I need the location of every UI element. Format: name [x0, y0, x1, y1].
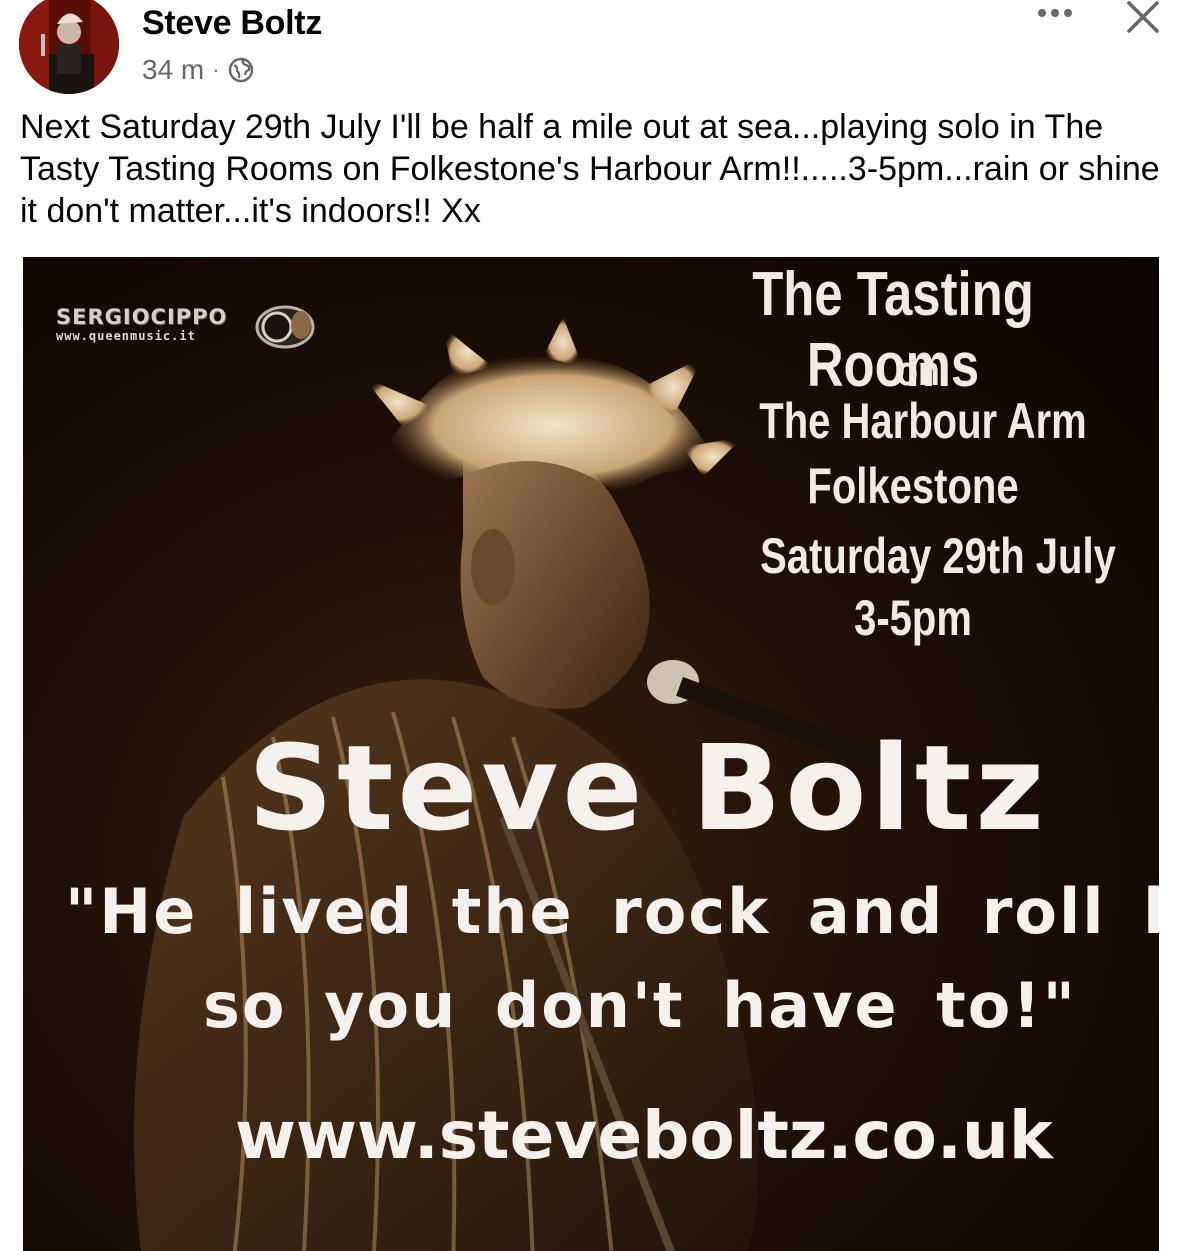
post-timestamp[interactable]: 34 m: [142, 54, 204, 86]
website-url: www.steveboltz.co.uk: [235, 1097, 1053, 1174]
photo-credit: SERGIOCIPPO www.queenmusic.it: [56, 305, 227, 343]
post-meta: 34 m ·: [142, 54, 254, 86]
photo-credit-url: www.queenmusic.it: [56, 329, 196, 343]
event-date: Saturday 29th July: [760, 528, 1116, 584]
camera-lens-icon: [255, 305, 315, 349]
post-text: Next Saturday 29th July I'll be half a m…: [20, 108, 1160, 230]
venue-on: on: [896, 347, 940, 394]
globe-icon[interactable]: [228, 57, 254, 83]
venue-place: The Harbour Arm: [759, 393, 1087, 449]
venue-town: Folkestone: [807, 458, 1019, 514]
artist-name: Steve Boltz: [248, 719, 1048, 857]
event-time: 3-5pm: [854, 590, 972, 646]
quote-line-1: "He lived the rock and roll life...: [65, 875, 1159, 948]
facebook-post: Steve Boltz 34 m · Next Saturday 29th Ju…: [0, 0, 1187, 1251]
post-header: Steve Boltz 34 m ·: [0, 0, 1187, 100]
photo-credit-name: SERGIOCIPPO: [56, 305, 228, 329]
avatar[interactable]: [19, 0, 119, 94]
quote-line-2: so you don't have to!": [203, 969, 1077, 1042]
more-options-icon[interactable]: [1030, 0, 1080, 30]
event-poster-image[interactable]: SERGIOCIPPO www.queenmusic.it The Tastin…: [23, 257, 1159, 1251]
avatar-image: [19, 0, 119, 94]
meta-separator: ·: [212, 57, 220, 82]
close-icon[interactable]: [1122, 0, 1164, 38]
author-name[interactable]: Steve Boltz: [142, 4, 322, 43]
